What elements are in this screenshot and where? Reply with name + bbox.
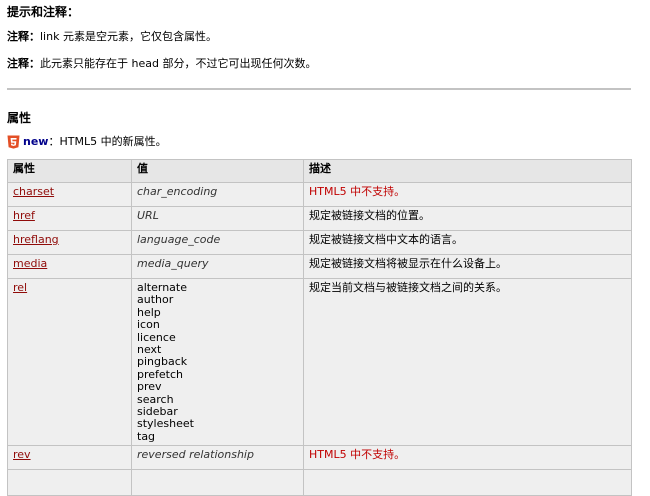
new-description: ：HTML5 中的新属性。: [48, 135, 167, 148]
attr-link-hreflang[interactable]: hreflang: [13, 233, 59, 246]
value-cell: language_code: [131, 230, 304, 255]
description-cell: 规定被链接文档的位置。: [303, 206, 632, 231]
new-label: new: [23, 135, 49, 148]
section-divider: [7, 88, 631, 90]
description-cell: 规定当前文档与被链接文档之间的关系。: [303, 277, 632, 447]
list-item: licence: [137, 330, 176, 344]
table-row: href URL 规定被链接文档的位置。: [7, 206, 632, 231]
note-head-only: 注释：此元素只能存在于 head 部分，不过它可出现任何次数。: [7, 57, 316, 71]
list-item: prev: [137, 380, 162, 394]
description-cell: HTML5 中不支持。: [303, 182, 632, 207]
column-header-value: 值: [131, 159, 304, 183]
value-cell: char_encoding: [131, 182, 304, 207]
note-label: 注释：: [7, 57, 40, 70]
table-row: rel alternate author help icon licence n…: [7, 277, 632, 447]
list-item: author: [137, 293, 174, 307]
table-header-row: 属性 值 描述: [7, 159, 632, 183]
value-cell: media_query: [131, 254, 304, 279]
attributes-table: 属性 值 描述 charset char_encoding HTML5 中不支持…: [7, 159, 632, 496]
note-text: 此元素只能存在于 head 部分，不过它可出现任何次数。: [40, 57, 317, 70]
description-cell: 规定被链接文档中文本的语言。: [303, 230, 632, 255]
attr-link-rev[interactable]: rev: [13, 448, 31, 462]
list-item: pingback: [137, 355, 188, 369]
value-cell: alternate author help icon licence next …: [131, 277, 304, 447]
note-text: link 元素是空元素，它仅包含属性。: [40, 30, 217, 43]
table-row: rev reversed relationship HTML5 中不支持。: [7, 445, 632, 471]
column-header-attribute: 属性: [7, 159, 132, 183]
list-item: tag: [137, 429, 156, 443]
attributes-heading: 属性: [7, 111, 32, 125]
table-row: media media_query 规定被链接文档将被显示在什么设备上。: [7, 254, 632, 279]
table-row: [7, 469, 632, 496]
table-row: charset char_encoding HTML5 中不支持。: [7, 182, 632, 207]
attr-link-href[interactable]: href: [13, 209, 35, 222]
value-cell: reversed relationship: [131, 445, 304, 471]
note-link-empty: 注释：link 元素是空元素，它仅包含属性。: [7, 30, 217, 44]
description-cell: 规定被链接文档将被显示在什么设备上。: [303, 254, 632, 279]
value-cell: URL: [131, 206, 304, 231]
table-row: hreflang language_code 规定被链接文档中文本的语言。: [7, 230, 632, 255]
column-header-description: 描述: [303, 159, 632, 183]
list-item: stylesheet: [137, 417, 194, 431]
rel-values-list: alternate author help icon licence next …: [137, 281, 298, 443]
html5-badge-icon: [7, 135, 20, 149]
note-label: 注释：: [7, 30, 40, 43]
attr-link-rel[interactable]: rel: [13, 281, 27, 294]
attr-link-charset[interactable]: charset: [13, 185, 54, 198]
list-item: help: [137, 305, 161, 319]
description-cell: HTML5 中不支持。: [303, 445, 632, 471]
list-item: icon: [137, 318, 160, 332]
tips-heading: 提示和注释：: [7, 5, 80, 19]
html5-new-legend: new：HTML5 中的新属性。: [7, 135, 167, 149]
attr-link-media[interactable]: media: [13, 257, 47, 270]
